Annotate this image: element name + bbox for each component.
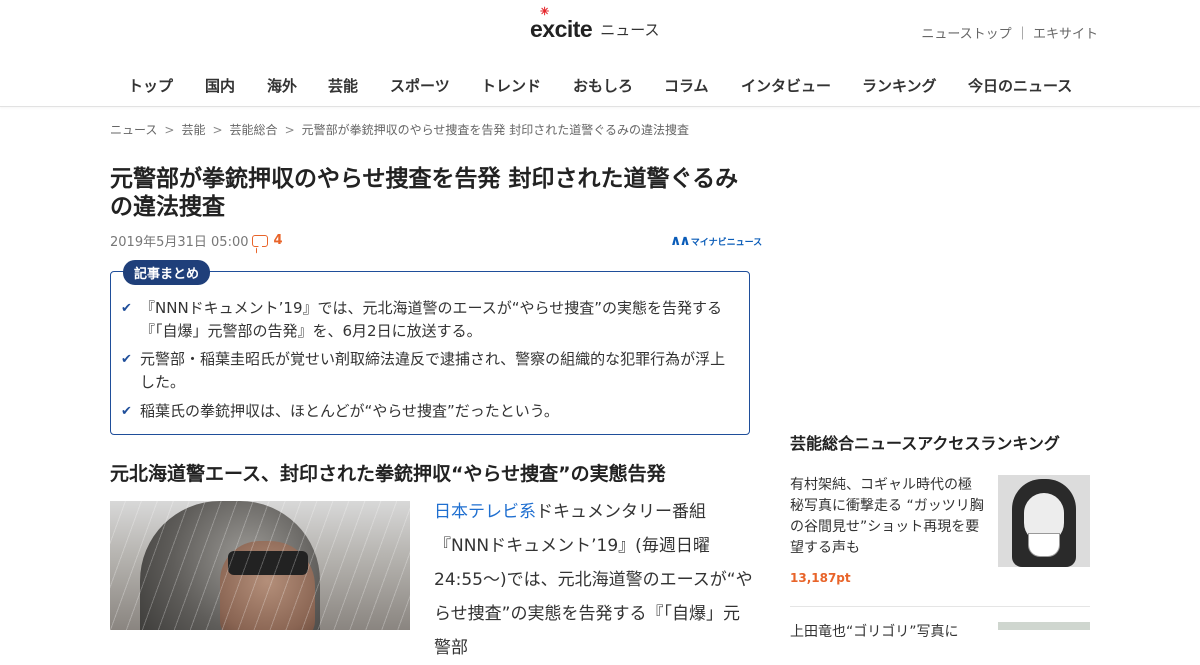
nav-top[interactable]: トップ: [128, 75, 173, 96]
check-icon: ✔: [121, 352, 132, 367]
article-date: 2019年5月31日 05:00: [110, 235, 249, 250]
breadcrumb-news[interactable]: ニュース: [110, 123, 157, 137]
nav-interview[interactable]: インタビュー: [741, 75, 831, 96]
nav-omoshiro[interactable]: おもしろ: [573, 75, 633, 96]
article-summary-box: 記事まとめ ✔ 『NNNドキュメント’19』では、元北海道警のエースが“やらせ捜…: [110, 260, 750, 435]
breadcrumb-current: 元警部が拳銃押収のやらせ捜査を告発 封印された道警ぐるみの違法捜査: [301, 123, 689, 137]
section-heading: 元北海道警エース、封印された拳銃押収“やらせ捜査”の実態告発: [110, 463, 666, 485]
summary-item-text: 元警部・稲葉圭昭氏が覚せい剤取締法違反で逮捕され、警察の組織的な犯罪行為が浮上し…: [140, 350, 726, 391]
article-body: 日本テレビ系ドキュメンタリー番組『NNNドキュメント’19』(毎週日曜24:55…: [434, 495, 754, 665]
breadcrumb-separator: >: [284, 123, 295, 137]
ranking-item-title: 有村架純、コギャル時代の極秘写真に衝撃走る “ガッツリ胸の谷間見せ”ショット再現…: [790, 477, 984, 556]
check-icon: ✔: [121, 404, 132, 419]
summary-item: ✔ 元警部・稲葉圭昭氏が覚せい剤取締法違反で逮捕され、警察の組織的な犯罪行為が浮…: [121, 348, 736, 394]
ranking-item-thumbnail[interactable]: [998, 622, 1090, 630]
article-title: 元警部が拳銃押収のやらせ捜査を告発 封印された道警ぐるみの違法捜査: [110, 166, 739, 220]
nav-domestic[interactable]: 国内: [205, 75, 235, 96]
body-paragraph-text: ドキュメンタリー番組『NNNドキュメント’19』(毎週日曜24:55～)では、元…: [434, 502, 753, 658]
link-excite[interactable]: エキサイト: [1033, 27, 1098, 42]
breadcrumb: ニュース > 芸能 > 芸能総合 > 元警部が拳銃押収のやらせ捜査を告発 封印された道警ぐる…: [110, 121, 689, 138]
logo-wordmark: ✳ excite: [530, 6, 593, 42]
source-name: マイナビニュース: [690, 237, 763, 248]
main-nav: トップ 国内 海外 芸能 スポーツ トレンド おもしろ コラム インタビュー ラ…: [0, 75, 1200, 97]
link-news-top[interactable]: ニューストップ: [921, 27, 1011, 42]
source-logo-mynavi[interactable]: ∧∧ マイナビニュース: [670, 233, 762, 249]
photo-snow-overlay: [110, 501, 410, 630]
summary-item-text: 稲葉氏の拳銃押収は、ほとんどが“やらせ捜査”だったという。: [140, 402, 559, 420]
excite-logo[interactable]: ✳ excite ニュース: [530, 6, 660, 46]
top-links-separator: ｜: [1015, 27, 1029, 42]
breadcrumb-entertainment-general[interactable]: 芸能総合: [230, 123, 278, 137]
logo-word-text: excite: [530, 15, 593, 42]
ranking-title: 芸能総合ニュースアクセスランキング: [790, 434, 1060, 453]
nav-trend[interactable]: トレンド: [481, 75, 541, 96]
summary-item: ✔ 稲葉氏の拳銃押収は、ほとんどが“やらせ捜査”だったという。: [121, 400, 736, 423]
breadcrumb-separator: >: [212, 123, 223, 137]
nav-sports[interactable]: スポーツ: [390, 75, 450, 96]
breadcrumb-separator: >: [164, 123, 175, 137]
ranking-item[interactable]: 有村架純、コギャル時代の極秘写真に衝撃走る “ガッツリ胸の谷間見せ”ショット再現…: [790, 475, 1090, 605]
article-photo[interactable]: [110, 501, 410, 630]
nav-entertainment[interactable]: 芸能: [328, 75, 358, 96]
summary-item: ✔ 『NNNドキュメント’19』では、元北海道警のエースが“やらせ捜査”の実態を…: [121, 297, 736, 343]
nav-ranking[interactable]: ランキング: [862, 75, 937, 96]
ranking-item-thumbnail: [998, 475, 1090, 567]
site-header: ✳ excite ニュース ニューストップ ｜ エキサイト トップ 国内 海外 …: [0, 0, 1200, 107]
thumb-cup-shape: [1028, 533, 1060, 557]
nav-column[interactable]: コラム: [664, 75, 709, 96]
nav-overseas[interactable]: 海外: [267, 75, 297, 96]
nav-today-news[interactable]: 今日のニュース: [968, 75, 1072, 96]
ranking-item-points: 13,187pt: [790, 571, 851, 585]
comment-icon[interactable]: [251, 234, 268, 247]
ranking-divider: [790, 606, 1090, 607]
summary-badge: 記事まとめ: [123, 260, 211, 285]
body-link-ntv[interactable]: 日本テレビ系: [434, 502, 536, 522]
comment-count[interactable]: 4: [274, 233, 283, 248]
logo-section-label: ニュース: [600, 20, 660, 39]
ranking-item-title[interactable]: 上田竜也“ゴリゴリ”写真に: [790, 621, 985, 641]
mynavi-mark-icon: ∧∧: [670, 233, 691, 249]
article-meta: 2019年5月31日 05:00 4: [110, 231, 283, 250]
summary-item-text: 『NNNドキュメント’19』では、元北海道警のエースが“やらせ捜査”の実態を告発…: [140, 299, 723, 340]
top-links: ニューストップ ｜ エキサイト: [921, 23, 1098, 42]
breadcrumb-entertainment[interactable]: 芸能: [181, 123, 205, 137]
check-icon: ✔: [121, 301, 132, 316]
logo-spark-icon: ✳: [540, 5, 549, 18]
